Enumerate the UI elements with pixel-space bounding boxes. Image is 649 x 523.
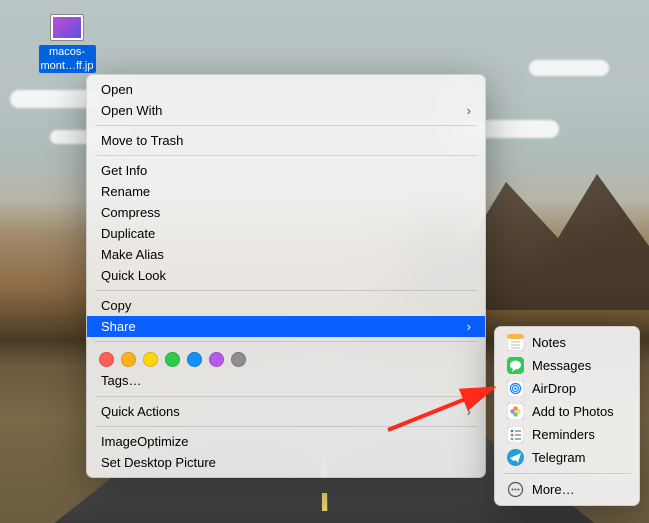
share-more[interactable]: More… (495, 478, 639, 501)
menu-quick-look[interactable]: Quick Look (87, 265, 485, 286)
file-thumbnail-icon (50, 14, 84, 41)
separator (95, 341, 477, 342)
tag-dot-0[interactable] (99, 352, 114, 367)
share-submenu: Notes Messages AirDrop Add to Photos Remin… (494, 326, 640, 506)
menu-share[interactable]: Share › (87, 316, 485, 337)
file-label: macos- mont…ff.jp (39, 45, 96, 73)
share-photos[interactable]: Add to Photos (495, 400, 639, 423)
separator (95, 426, 477, 427)
menu-duplicate[interactable]: Duplicate (87, 223, 485, 244)
menu-tags[interactable]: Tags… (87, 371, 485, 392)
ellipsis-icon (507, 481, 524, 498)
separator (95, 125, 477, 126)
menu-compress[interactable]: Compress (87, 202, 485, 223)
menu-copy[interactable]: Copy (87, 295, 485, 316)
share-item-label: Telegram (532, 450, 585, 465)
tag-dot-6[interactable] (231, 352, 246, 367)
separator (95, 396, 477, 397)
share-airdrop[interactable]: AirDrop (495, 377, 639, 400)
share-reminders[interactable]: Reminders (495, 423, 639, 446)
share-item-label: AirDrop (532, 381, 576, 396)
share-notes[interactable]: Notes (495, 331, 639, 354)
chevron-right-icon: › (467, 319, 471, 334)
share-messages[interactable]: Messages (495, 354, 639, 377)
chevron-right-icon: › (467, 404, 471, 419)
menu-set-desktop-picture[interactable]: Set Desktop Picture (87, 452, 485, 473)
share-item-label: Add to Photos (532, 404, 614, 419)
notes-icon (507, 334, 524, 351)
share-telegram[interactable]: Telegram (495, 446, 639, 469)
share-item-label: Notes (532, 335, 566, 350)
desktop-file[interactable]: macos- mont…ff.jp (32, 14, 102, 73)
share-item-label: Messages (532, 358, 591, 373)
menu-rename[interactable]: Rename (87, 181, 485, 202)
tag-dot-2[interactable] (143, 352, 158, 367)
messages-icon (507, 357, 524, 374)
menu-open[interactable]: Open (87, 79, 485, 100)
chevron-right-icon: › (467, 103, 471, 118)
reminders-icon (507, 426, 524, 443)
menu-quick-actions[interactable]: Quick Actions › (87, 401, 485, 422)
photos-icon (507, 403, 524, 420)
tag-dot-5[interactable] (209, 352, 224, 367)
menu-image-optimize[interactable]: ImageOptimize (87, 431, 485, 452)
separator (95, 155, 477, 156)
separator (95, 290, 477, 291)
menu-get-info[interactable]: Get Info (87, 160, 485, 181)
tag-dot-4[interactable] (187, 352, 202, 367)
share-item-label: Reminders (532, 427, 595, 442)
tag-color-row (87, 346, 485, 371)
separator (503, 473, 631, 474)
menu-open-with[interactable]: Open With › (87, 100, 485, 121)
menu-move-to-trash[interactable]: Move to Trash (87, 130, 485, 151)
airdrop-icon (507, 380, 524, 397)
share-more-label: More… (532, 482, 575, 497)
telegram-icon (507, 449, 524, 466)
tag-dot-1[interactable] (121, 352, 136, 367)
tag-dot-3[interactable] (165, 352, 180, 367)
menu-make-alias[interactable]: Make Alias (87, 244, 485, 265)
context-menu: Open Open With › Move to Trash Get Info … (86, 74, 486, 478)
